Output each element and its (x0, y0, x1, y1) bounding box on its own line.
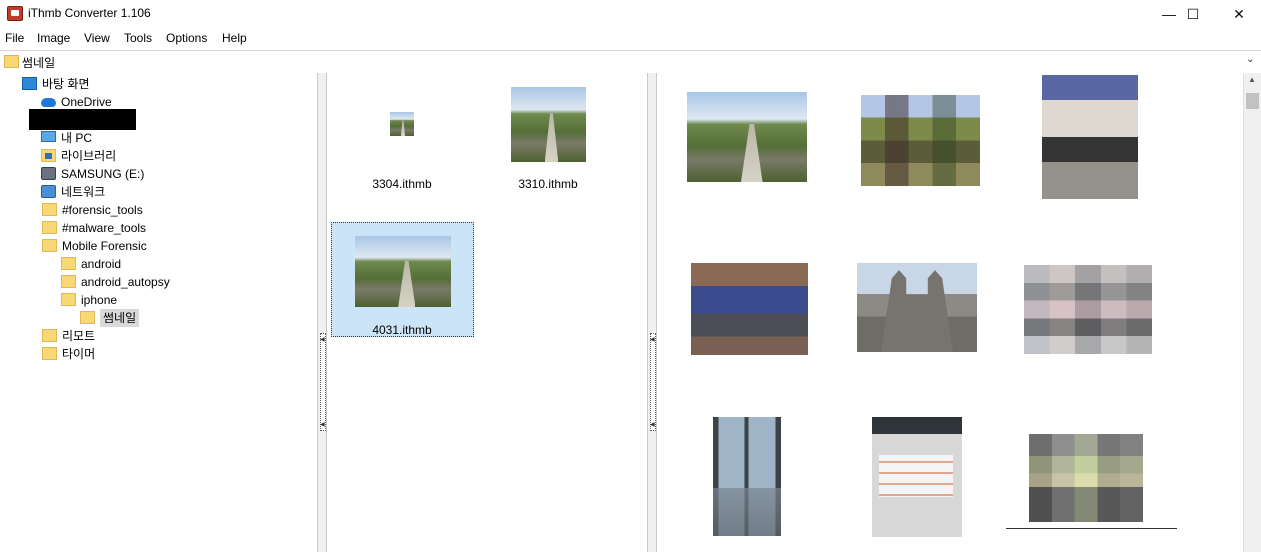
address-path: 썸네일 (22, 56, 56, 70)
menu-image[interactable]: Image (37, 31, 70, 45)
file-list-pane: 3304.ithmb 3310.ithmb 4031.ithmb (327, 73, 647, 552)
tree-item-label: 타이머 (62, 347, 96, 361)
app-icon (7, 6, 23, 21)
tree-item-label: 네트워크 (61, 185, 106, 199)
divider (1006, 528, 1177, 529)
folder-icon (80, 311, 95, 324)
tree-item-label: Mobile Forensic (62, 239, 147, 253)
menu-help[interactable]: Help (222, 31, 247, 45)
tree-item-label: #malware_tools (62, 221, 147, 235)
image-thumbnail[interactable] (1024, 265, 1152, 354)
scrollbar-thumb[interactable] (1246, 93, 1259, 109)
image-thumbnail[interactable] (857, 263, 977, 352)
redacted-block (29, 109, 136, 130)
image-pixel-overlay (1024, 265, 1152, 354)
tree-item-label: 바탕 화면 (42, 77, 90, 91)
image-thumbnail[interactable] (713, 417, 781, 536)
image-thumbnail[interactable] (691, 263, 808, 355)
maximize-button[interactable]: ☐ (1170, 0, 1216, 28)
folder-icon (42, 221, 57, 234)
folder-icon (4, 55, 19, 68)
menu-file[interactable]: File (5, 31, 24, 45)
folder-icon (42, 347, 57, 360)
tree-item-label: android (81, 257, 122, 271)
menu-tools[interactable]: Tools (124, 31, 152, 45)
file-thumbnail[interactable] (390, 112, 414, 136)
drive-icon (41, 167, 56, 180)
scroll-up-icon[interactable]: ▲ (1248, 75, 1256, 84)
folder-icon (61, 275, 76, 288)
folder-icon (42, 329, 57, 342)
image-thumbnail[interactable] (872, 417, 962, 537)
file-label[interactable]: 3304.ithmb (332, 177, 472, 191)
close-button[interactable]: ✕ (1216, 0, 1261, 28)
image-grid-pane (657, 73, 1243, 552)
tree-item-label: 내 PC (61, 131, 93, 145)
tree-item-label: #forensic_tools (62, 203, 143, 217)
onedrive-icon (41, 98, 56, 107)
menu-options[interactable]: Options (166, 31, 207, 45)
address-bar[interactable]: 썸네일 ⌄ (0, 50, 1261, 74)
image-thumbnail[interactable] (861, 95, 980, 186)
tree-item-label: 라이브러리 (61, 149, 117, 163)
file-thumbnail[interactable] (355, 236, 451, 307)
folder-tree: 바탕 화면 OneDrive 내 PC 라이브러리 SAMSUNG (E:) 네… (0, 73, 317, 552)
pc-icon (41, 131, 56, 142)
tree-item-label: 리모트 (62, 329, 96, 343)
splitter-grip[interactable] (650, 333, 656, 431)
folder-icon (61, 257, 76, 270)
image-thumbnail[interactable] (1029, 434, 1143, 522)
menu-view[interactable]: View (84, 31, 110, 45)
window-title: iThmb Converter 1.106 (28, 6, 151, 20)
tree-item-label: SAMSUNG (E:) (61, 167, 145, 181)
file-label[interactable]: 4031.ithmb (332, 323, 472, 337)
divider (1012, 73, 1152, 74)
tree-item-label: android_autopsy (81, 275, 170, 289)
folder-icon (61, 293, 76, 306)
library-icon (41, 149, 56, 162)
tree-item-label: 썸네일 (100, 309, 140, 327)
image-thumbnail[interactable] (1042, 75, 1138, 199)
image-pixel-overlay (1029, 434, 1143, 522)
file-label[interactable]: 3310.ithmb (478, 177, 618, 191)
pane-splitter-right[interactable] (647, 73, 657, 552)
menu-bar: File Image View Tools Options Help (0, 28, 1261, 49)
splitter-grip[interactable] (320, 333, 326, 431)
folder-icon (42, 203, 57, 216)
tree-item-label: iphone (81, 293, 118, 307)
file-thumbnail[interactable] (511, 87, 586, 162)
vertical-scrollbar[interactable]: ▲ (1243, 73, 1261, 552)
chevron-down-icon[interactable]: ⌄ (1246, 54, 1254, 65)
image-thumbnail[interactable] (687, 92, 807, 182)
folder-icon (42, 239, 57, 252)
network-icon (41, 185, 56, 198)
desktop-icon (22, 77, 37, 90)
title-bar: iThmb Converter 1.106 — ☐ ✕ (0, 0, 1261, 28)
pane-splitter-left[interactable] (317, 73, 327, 552)
